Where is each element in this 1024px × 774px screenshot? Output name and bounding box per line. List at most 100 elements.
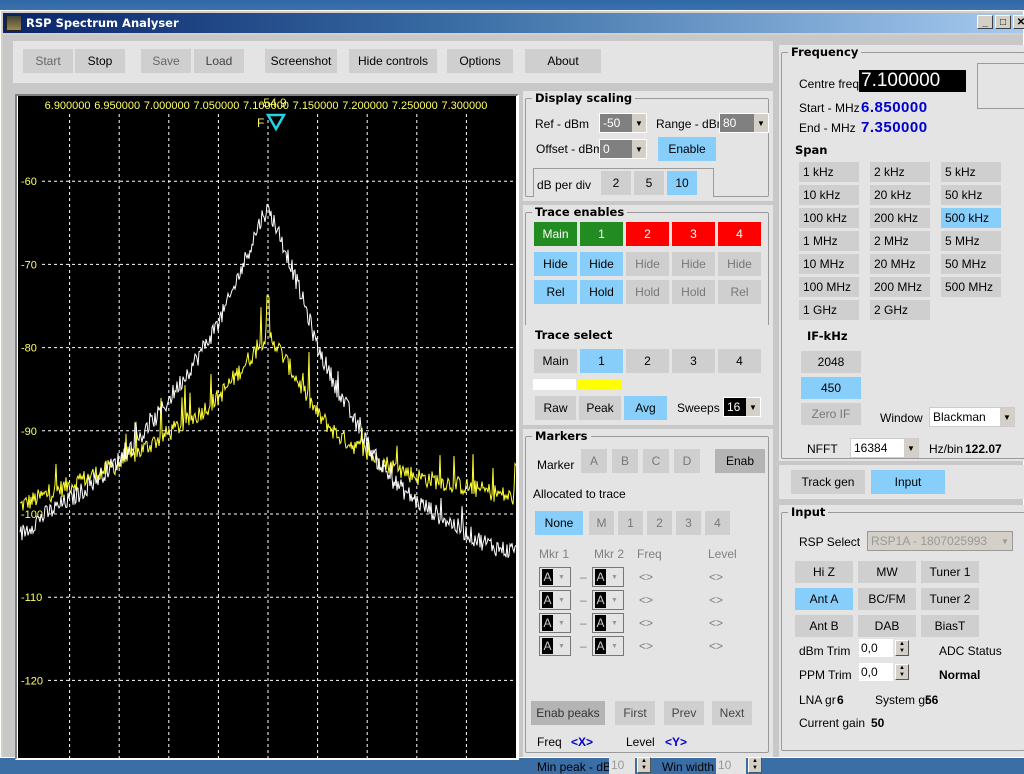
span-10-mhz[interactable]: 10 MHz [799,254,859,274]
trace-hide-main[interactable]: Hide [534,252,577,276]
db-per-div-5[interactable]: 5 [634,171,664,195]
trace-select-main[interactable]: Main [534,349,577,373]
marker-enab-button[interactable]: Enab [715,449,765,473]
span-100-mhz[interactable]: 100 MHz [799,277,859,297]
span-2-ghz[interactable]: 2 GHz [870,300,930,320]
trace-select-2[interactable]: 2 [626,349,669,373]
spectrum-chart[interactable]: 6.900000 6.950000 7.000000 7.050000 7.100000… [18,96,517,758]
raw-mode-button[interactable]: Raw [535,396,576,420]
marker-a-button[interactable]: A [581,449,607,473]
input-hi-z-button[interactable]: Hi Z [795,561,853,583]
min-peak-spinner[interactable]: 10 ▲ ▼ [609,756,651,774]
input-tuner-1-button[interactable]: Tuner 1 [921,561,979,583]
span-500-khz[interactable]: 500 kHz [941,208,1001,228]
avg-mode-button[interactable]: Avg [624,396,667,420]
mkr1-select[interactable]: A ▼ [539,613,571,633]
win-width-spinner[interactable]: 10 ▲ ▼ [716,756,762,774]
maximize-button[interactable]: □ [995,15,1011,29]
span-500-mhz[interactable]: 500 MHz [941,277,1001,297]
span-50-khz[interactable]: 50 kHz [941,185,1001,205]
mkr1-select[interactable]: A ▼ [539,590,571,610]
trace-enable-3[interactable]: 3 [672,222,715,246]
allocate-1[interactable]: 1 [618,511,643,535]
trace-hold-2[interactable]: Hold [626,280,669,304]
span-1-ghz[interactable]: 1 GHz [799,300,859,320]
allocate-3[interactable]: 3 [676,511,701,535]
dbm-trim-spinner[interactable]: 0,0 ▲ ▼ [859,639,909,657]
mkr1-select[interactable]: A ▼ [539,636,571,656]
options-button[interactable]: Options [447,49,513,73]
span-1-mhz[interactable]: 1 MHz [799,231,859,251]
if-2048-button[interactable]: 2048 [801,351,861,373]
spin-updown-icon[interactable]: ▲ ▼ [637,757,651,773]
mkr2-select[interactable]: A ▼ [592,567,624,587]
trace-hold-3[interactable]: Hold [672,280,715,304]
span-20-mhz[interactable]: 20 MHz [870,254,930,274]
span-200-khz[interactable]: 200 kHz [870,208,930,228]
db-per-div-2[interactable]: 2 [601,171,631,195]
allocate-2[interactable]: 2 [647,511,672,535]
offset-select[interactable]: 0 ▼ [599,139,647,159]
trace-enable-2[interactable]: 2 [626,222,669,246]
next-peak-button[interactable]: Next [712,701,752,725]
trace-hide-3[interactable]: Hide [672,252,715,276]
mkr1-select[interactable]: A ▼ [539,567,571,587]
zero-if-button[interactable]: Zero IF [801,403,861,425]
input-dab-button[interactable]: DAB [858,615,916,637]
trace-select-4[interactable]: 4 [718,349,761,373]
db-per-div-10[interactable]: 10 [667,171,697,195]
allocate-4[interactable]: 4 [705,511,730,535]
title-bar[interactable]: RSP Spectrum Analyser _ □ ✕ [3,13,1024,33]
peak-mode-button[interactable]: Peak [579,396,621,420]
marker-c-button[interactable]: C [643,449,669,473]
trace-enable-main[interactable]: Main [534,222,577,246]
input-mw-button[interactable]: MW [858,561,916,583]
ppm-trim-spinner[interactable]: 0,0 ▲ ▼ [859,663,909,681]
span-20-khz[interactable]: 20 kHz [870,185,930,205]
span-5-khz[interactable]: 5 kHz [941,162,1001,182]
tab-input[interactable]: Input [871,470,945,494]
allocate-none[interactable]: None [535,511,583,535]
marker-d-button[interactable]: D [674,449,700,473]
minimize-button[interactable]: _ [977,15,993,29]
trace-hide-2[interactable]: Hide [626,252,669,276]
spin-updown-icon[interactable]: ▲ ▼ [895,640,909,656]
span-5-mhz[interactable]: 5 MHz [941,231,1001,251]
span-1-khz[interactable]: 1 kHz [799,162,859,182]
save-button[interactable]: Save [141,49,191,73]
about-button[interactable]: About [525,49,601,73]
mkr2-select[interactable]: A ▼ [592,613,624,633]
ref-select[interactable]: -50 ▼ [599,113,647,133]
span-100-khz[interactable]: 100 kHz [799,208,859,228]
centre-freq-input[interactable]: 7.100000 [859,70,966,92]
input-bc-fm-button[interactable]: BC/FM [858,588,916,610]
close-button[interactable]: ✕ [1013,15,1024,29]
mkr2-select[interactable]: A ▼ [592,590,624,610]
window-select[interactable]: Blackman ▼ [929,407,1015,427]
trace-hold-4[interactable]: Rel [718,280,761,304]
trace-hide-4[interactable]: Hide [718,252,761,276]
stop-button[interactable]: Stop [75,49,125,73]
if-450-button[interactable]: 450 [801,377,861,399]
input-ant-a-button[interactable]: Ant A [795,588,853,610]
rsp-select[interactable]: RSP1A - 1807025993 ▼ [867,531,1013,551]
trace-enable-1[interactable]: 1 [580,222,623,246]
tab-track-gen[interactable]: Track gen [791,470,865,494]
load-button[interactable]: Load [194,49,244,73]
prev-peak-button[interactable]: Prev [664,701,704,725]
input-tuner-2-button[interactable]: Tuner 2 [921,588,979,610]
trace-enable-4[interactable]: 4 [718,222,761,246]
trace-hold-main[interactable]: Rel [534,280,577,304]
span-50-mhz[interactable]: 50 MHz [941,254,1001,274]
screenshot-button[interactable]: Screenshot [265,49,337,73]
span-2-mhz[interactable]: 2 MHz [870,231,930,251]
range-select[interactable]: 80 ▼ [719,113,769,133]
spectrum-display[interactable]: 6.900000 6.950000 7.000000 7.050000 7.100000… [18,96,517,758]
sweeps-select[interactable]: 16 ▼ [723,397,761,417]
span-200-mhz[interactable]: 200 MHz [870,277,930,297]
trace-select-1[interactable]: 1 [580,349,623,373]
input-biast-button[interactable]: BiasT [921,615,979,637]
mkr2-select[interactable]: A ▼ [592,636,624,656]
allocate-m[interactable]: M [589,511,614,535]
spin-updown-icon[interactable]: ▲ ▼ [748,757,762,773]
